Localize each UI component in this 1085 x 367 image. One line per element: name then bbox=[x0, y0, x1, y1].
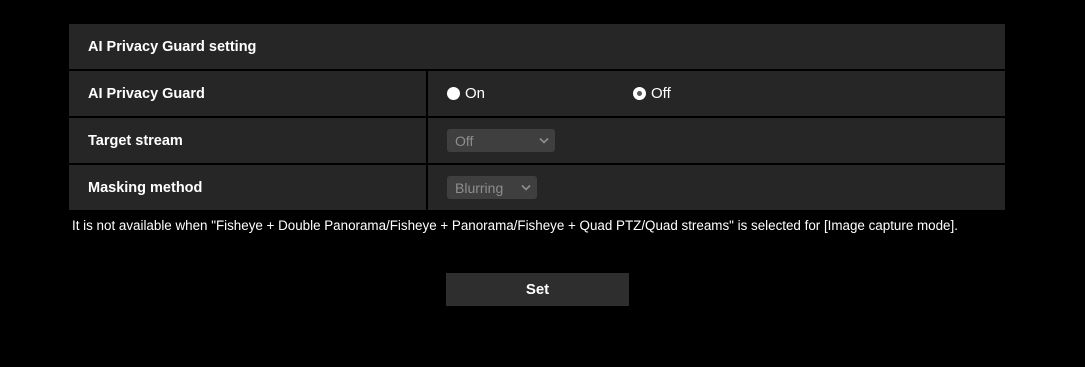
radio-label-on: On bbox=[465, 85, 486, 102]
panel-title: AI Privacy Guard setting bbox=[69, 24, 1005, 69]
ai-privacy-guard-radio-group: On Off bbox=[428, 71, 1005, 116]
radio-option-off[interactable]: Off bbox=[633, 85, 671, 102]
target-stream-label: Target stream bbox=[69, 118, 426, 163]
target-stream-select[interactable]: Off bbox=[447, 129, 555, 152]
set-button[interactable]: Set bbox=[446, 273, 629, 306]
masking-method-label: Masking method bbox=[69, 165, 426, 210]
settings-panel: AI Privacy Guard setting AI Privacy Guar… bbox=[69, 24, 1005, 210]
masking-method-select[interactable]: Blurring bbox=[447, 176, 537, 199]
row-masking-method: Masking method Blurring bbox=[69, 165, 1005, 210]
radio-option-on[interactable]: On bbox=[447, 85, 633, 102]
radio-label-off: Off bbox=[651, 85, 671, 102]
chevron-down-icon bbox=[521, 184, 531, 191]
radio-unselected-icon[interactable] bbox=[447, 87, 460, 100]
masking-method-value: Blurring bbox=[455, 179, 504, 196]
target-stream-cell: Off bbox=[428, 118, 1005, 163]
chevron-down-icon bbox=[539, 137, 549, 144]
target-stream-value: Off bbox=[455, 132, 474, 149]
availability-note: It is not available when "Fisheye + Doub… bbox=[72, 218, 958, 233]
radio-selected-icon[interactable] bbox=[633, 87, 646, 100]
masking-method-cell: Blurring bbox=[428, 165, 1005, 210]
row-target-stream: Target stream Off bbox=[69, 118, 1005, 163]
row-ai-privacy-guard: AI Privacy Guard On Off bbox=[69, 71, 1005, 116]
ai-privacy-guard-label: AI Privacy Guard bbox=[69, 71, 426, 116]
